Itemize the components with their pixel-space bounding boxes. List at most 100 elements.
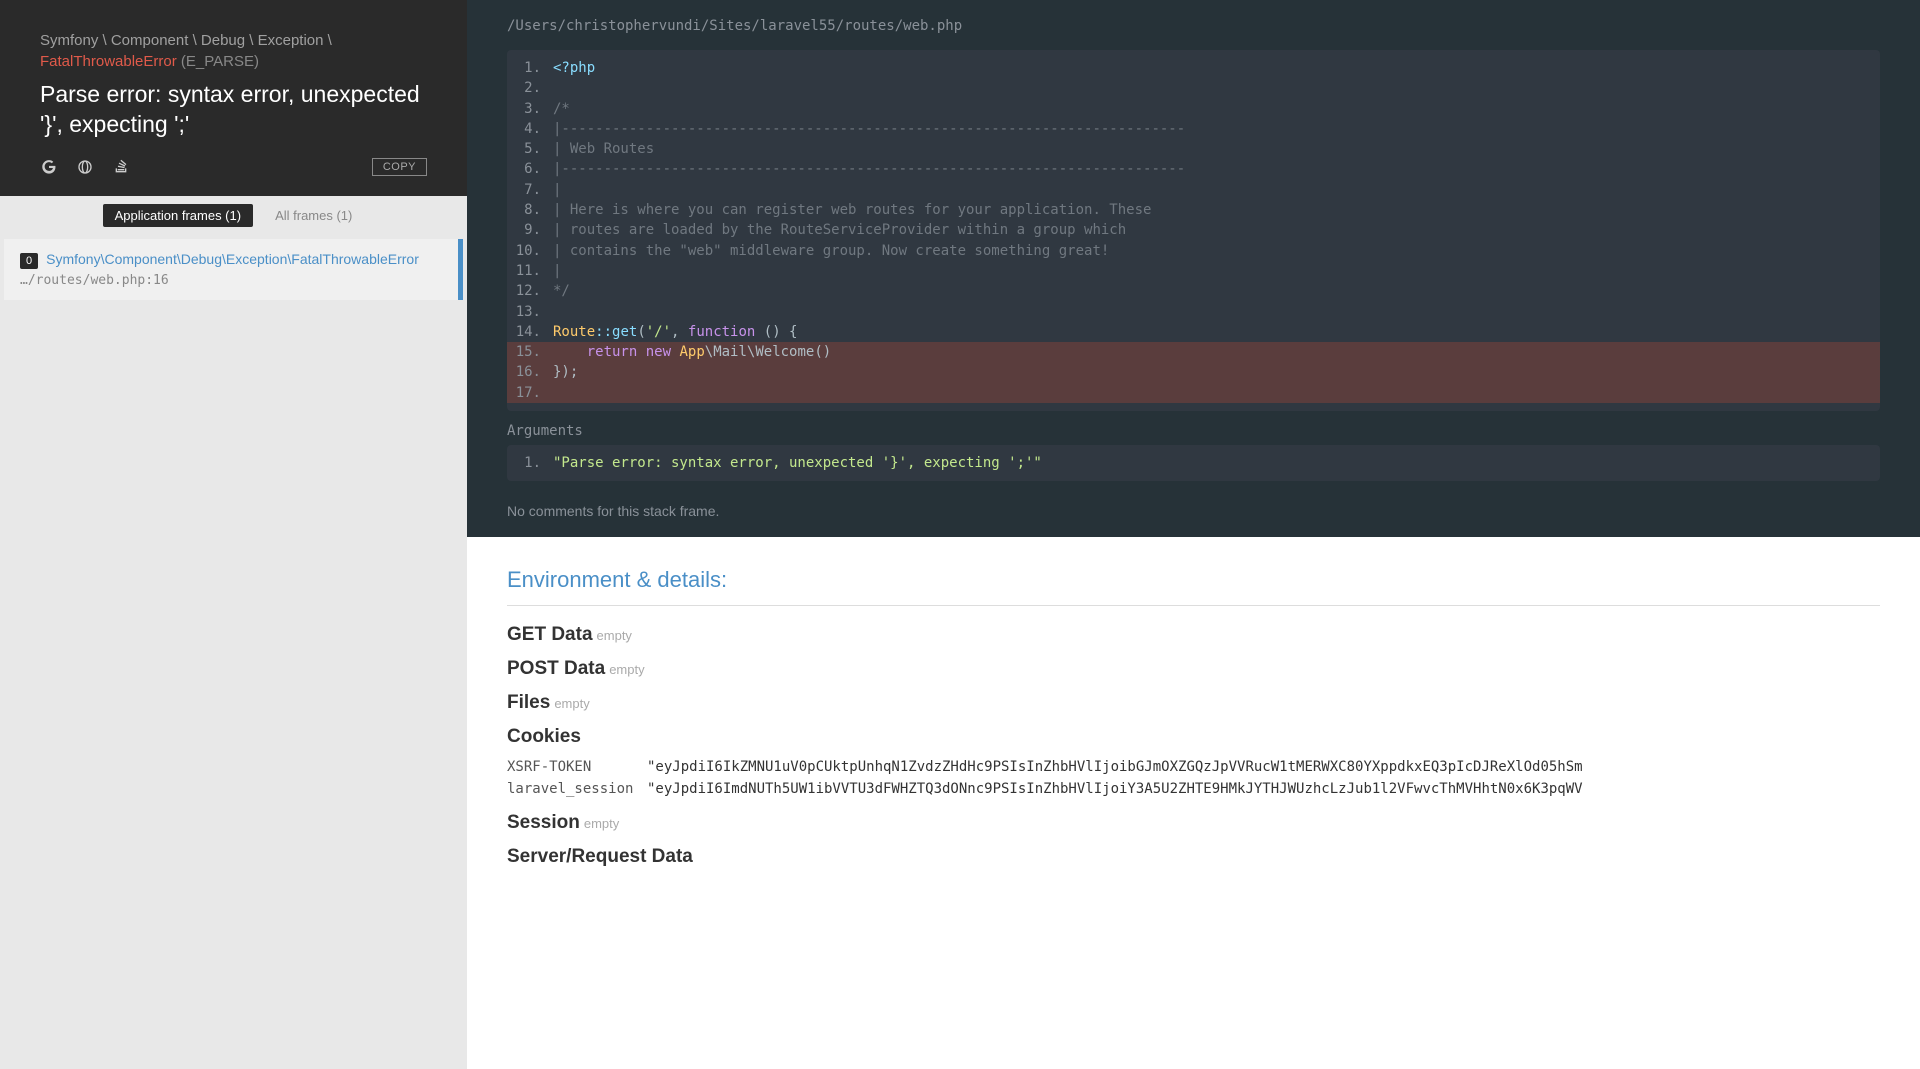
exception-code: (E_PARSE) [181,53,259,70]
line-content: | [553,261,1880,281]
code-line: 9.| routes are loaded by the RouteServic… [507,220,1880,240]
file-path: /Users/christophervundi/Sites/laravel55/… [507,0,1880,40]
code-block: 1.<?php2. 3./*4.|-----------------------… [507,50,1880,411]
copy-button[interactable]: COPY [372,158,427,176]
exception-namespace: Symfony \ Component \ Debug \ Exception … [40,30,427,72]
data-group: Cookies XSRF-TOKEN"eyJpdiI6IkZMNU1uV0pCUk… [507,726,1880,800]
line-number: 16. [507,362,553,382]
code-line: 4.|-------------------------------------… [507,119,1880,139]
line-content: <?php [553,58,1880,78]
tab-all-frames[interactable]: All frames (1) [263,204,364,227]
line-content: /* [553,99,1880,119]
argument-line: 1."Parse error: syntax error, unexpected… [507,455,1880,471]
data-group: Server/Request Data [507,846,1880,868]
line-content: Route::get('/', function () { [553,322,1880,342]
line-number: 6. [507,159,553,179]
arg-content: "Parse error: syntax error, unexpected '… [553,455,1042,471]
line-number: 2. [507,78,553,98]
data-group-title: Session [507,812,580,833]
data-empty-label: empty [584,816,619,831]
code-line: 11.| [507,261,1880,281]
data-group: Filesempty [507,692,1880,714]
frame-index-badge: 0 [20,253,38,269]
details-heading: Environment & details: [507,567,1880,606]
data-group: POST Data empty [507,658,1880,680]
exception-class: FatalThrowableError [40,53,177,70]
code-line: 1.<?php [507,58,1880,78]
kv-value: "eyJpdiI6ImdNUTh5UW1ibVVTU3dFWHZTQ3dONnc… [647,781,1583,797]
line-content: |---------------------------------------… [553,119,1880,139]
code-line: 8.| Here is where you can register web r… [507,200,1880,220]
line-number: 11. [507,261,553,281]
data-empty-label: empty [609,662,644,677]
code-line: 10.| contains the "web" middleware group… [507,241,1880,261]
arg-number: 1. [507,455,553,471]
duckduckgo-icon[interactable] [76,158,94,176]
code-line: 6.|-------------------------------------… [507,159,1880,179]
line-content: | Web Routes [553,139,1880,159]
code-line: 16.}); [507,362,1880,382]
line-number: 17. [507,383,553,403]
data-empty-label: empty [597,628,632,643]
code-line: 3./* [507,99,1880,119]
code-line: 2. [507,78,1880,98]
line-content [553,302,1880,322]
frame-path: …/routes/web.php:16 [20,273,442,288]
arguments-block: 1."Parse error: syntax error, unexpected… [507,445,1880,481]
left-panel: Symfony \ Component \ Debug \ Exception … [0,0,467,1069]
line-number: 5. [507,139,553,159]
data-group-title: Files [507,692,550,713]
data-group-title: GET Data [507,624,593,645]
line-content: | [553,180,1880,200]
kv-key: XSRF-TOKEN [507,759,647,775]
line-number: 3. [507,99,553,119]
kv-row: XSRF-TOKEN"eyJpdiI6IkZMNU1uV0pCUktpUnhqN… [507,756,1880,778]
line-content: | Here is where you can register web rou… [553,200,1880,220]
line-content: |---------------------------------------… [553,159,1880,179]
code-line: 17. [507,383,1880,403]
line-number: 8. [507,200,553,220]
no-comments-text: No comments for this stack frame. [467,493,1920,537]
line-number: 10. [507,241,553,261]
frames-list: 0 Symfony\Component\Debug\Exception\Fatal… [0,239,467,300]
line-number: 9. [507,220,553,240]
kv-key: laravel_session [507,781,647,797]
line-number: 14. [507,322,553,342]
arguments-label: Arguments [467,411,1920,445]
data-group: GET Data empty [507,624,1880,646]
code-line: 5.| Web Routes [507,139,1880,159]
frame-title: Symfony\Component\Debug\Exception\FatalT… [46,251,419,267]
stack-frame[interactable]: 0 Symfony\Component\Debug\Exception\Fatal… [4,239,463,300]
code-line: 13. [507,302,1880,322]
line-content: */ [553,281,1880,301]
line-content: }); [553,362,1880,382]
line-content: return new App\Mail\Welcome() [553,342,1880,362]
line-content [553,383,1880,403]
code-section: /Users/christophervundi/Sites/laravel55/… [467,0,1920,537]
error-title: Parse error: syntax error, unexpected '}… [40,80,427,140]
line-content: | contains the "web" middleware group. N… [553,241,1880,261]
line-number: 15. [507,342,553,362]
code-line: 12.*/ [507,281,1880,301]
line-number: 13. [507,302,553,322]
details-section: Environment & details: GET DataemptyPOST… [467,537,1920,910]
data-group-title: POST Data [507,658,605,679]
right-panel: /Users/christophervundi/Sites/laravel55/… [467,0,1920,1069]
code-line: 7.| [507,180,1880,200]
line-content: | routes are loaded by the RouteServiceP… [553,220,1880,240]
kv-row: laravel_session"eyJpdiI6ImdNUTh5UW1ibVVT… [507,778,1880,800]
kv-value: "eyJpdiI6IkZMNU1uV0pCUktpUnhqN1ZvdzZHdHc… [647,759,1583,775]
line-number: 7. [507,180,553,200]
code-line: 15. return new App\Mail\Welcome() [507,342,1880,362]
line-content [553,78,1880,98]
data-group: Session empty [507,812,1880,834]
line-number: 1. [507,58,553,78]
line-number: 4. [507,119,553,139]
google-icon[interactable] [40,158,58,176]
code-line: 14.Route::get('/', function () { [507,322,1880,342]
data-group-title: Cookies [507,726,581,747]
data-group-title: Server/Request Data [507,846,693,867]
stackoverflow-icon[interactable] [112,158,130,176]
kv-table: XSRF-TOKEN"eyJpdiI6IkZMNU1uV0pCUktpUnhqN… [507,756,1880,800]
tab-app-frames[interactable]: Application frames (1) [103,204,253,227]
